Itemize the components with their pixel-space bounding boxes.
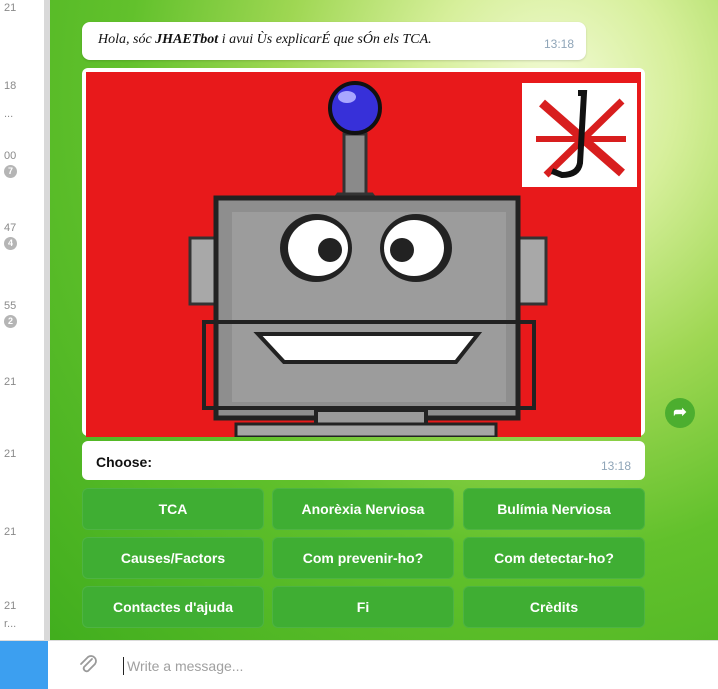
chat-time: 18	[4, 80, 17, 92]
chat-list-item[interactable]: 21	[0, 448, 44, 460]
choose-label: Choose:	[96, 454, 152, 470]
keyboard-button-credits[interactable]: Crèdits	[463, 586, 645, 628]
chat-time: 21	[4, 600, 17, 612]
chat-list-item[interactable]: ...	[0, 108, 44, 120]
unread-badge: 7	[4, 165, 17, 178]
bot-name: JHAETbot	[155, 32, 219, 47]
paperclip-icon[interactable]	[76, 653, 100, 677]
keyboard-button-contactes[interactable]: Contactes d'ajuda	[82, 586, 264, 628]
chat-list-item[interactable]: r...	[0, 618, 44, 630]
logo-mark	[536, 90, 626, 179]
jhaet-logo	[522, 83, 637, 187]
sidebar-accent	[0, 641, 48, 689]
chat-list-item[interactable]: 55 2	[0, 300, 44, 328]
message-input[interactable]: Write a message...	[127, 658, 243, 674]
robot-image	[86, 72, 641, 437]
chat-list-item[interactable]: 21	[0, 376, 44, 388]
chat-list-item[interactable]: 21	[0, 2, 44, 14]
chat-time: ...	[4, 108, 14, 120]
chat-list-item[interactable]: 21	[0, 526, 44, 538]
keyboard-button-anorexia[interactable]: Anorèxia Nerviosa	[272, 488, 454, 530]
message-time: 13:18	[543, 37, 574, 51]
chat-time: 21	[4, 448, 17, 460]
message-time: 13:18	[600, 459, 631, 473]
text-caret	[123, 657, 124, 675]
keyboard-button-detectar[interactable]: Com detectar-ho?	[463, 537, 645, 579]
chat-time: 21	[4, 526, 17, 538]
greeting-text: Hola, sóc JHAETbot i avui Ùs explicarÉ q…	[98, 32, 432, 48]
unread-badge: 2	[4, 315, 17, 328]
robot-image-message[interactable]	[82, 68, 645, 437]
keyboard-button-bulimia[interactable]: Bulímia Nerviosa	[463, 488, 645, 530]
greeting-prefix: Hola, sóc	[98, 32, 156, 47]
chat-list-item[interactable]: 18	[0, 80, 44, 92]
greeting-suffix: i avui Ùs explicarÉ que sÓn els TCA.	[218, 32, 432, 47]
keyboard-button-tca[interactable]: TCA	[82, 488, 264, 530]
share-forward-icon[interactable]: ➦	[665, 398, 695, 428]
unread-badge: 4	[4, 237, 17, 250]
greeting-message: Hola, sóc JHAETbot i avui Ùs explicarÉ q…	[82, 22, 586, 60]
keyboard-button-causes[interactable]: Causes/Factors	[82, 537, 264, 579]
chat-time: 47	[4, 222, 17, 234]
keyboard-button-fi[interactable]: Fi	[272, 586, 454, 628]
chat-list-sidebar: 21 18 ... 00 7 47 4 55 2 21 21 21 21 r...	[0, 0, 50, 640]
chat-list-item[interactable]: 47 4	[0, 222, 44, 250]
chat-time: 55	[4, 300, 17, 312]
paperclip-glyph	[80, 655, 97, 673]
keyboard-button-prevenir[interactable]: Com prevenir-ho?	[272, 537, 454, 579]
choose-message: Choose: 13:18	[82, 441, 645, 480]
message-composer: Write a message...	[0, 640, 718, 689]
chat-time: 21	[4, 2, 17, 14]
chat-time: 00	[4, 150, 17, 162]
chat-time: 21	[4, 376, 17, 388]
chat-list-item[interactable]: 00 7	[0, 150, 44, 178]
chat-list-item[interactable]: 21	[0, 600, 44, 612]
chat-time: r...	[4, 618, 17, 630]
